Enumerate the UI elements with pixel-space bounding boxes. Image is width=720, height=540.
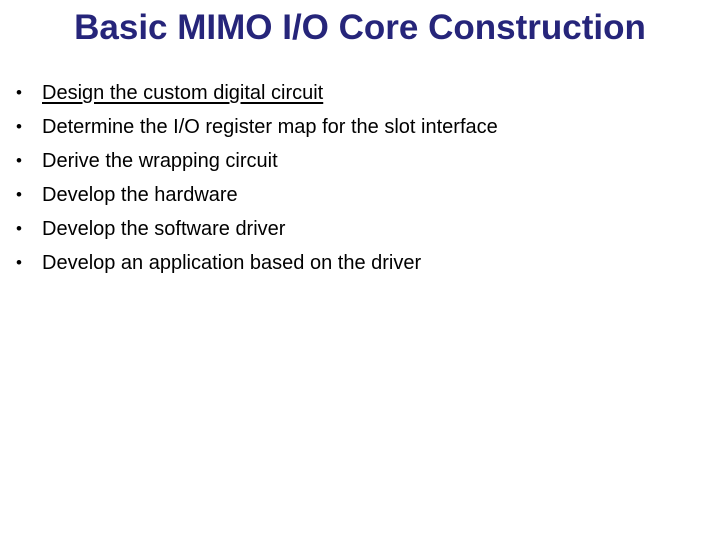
bullet-dot-icon: • <box>16 185 22 204</box>
list-item: • Design the custom digital circuit <box>0 76 700 110</box>
bullet-dot-icon: • <box>16 83 22 102</box>
list-item-label: Develop the software driver <box>42 218 286 240</box>
bullet-dot-icon: • <box>16 253 22 272</box>
list-item-label: Develop an application based on the driv… <box>42 252 422 274</box>
slide-canvas: Basic MIMO I/O Core Construction • Desig… <box>0 0 720 540</box>
list-item: • Determine the I/O register map for the… <box>0 110 700 144</box>
list-item-label: Determine the I/O register map for the s… <box>42 116 498 138</box>
bullet-dot-icon: • <box>16 219 22 238</box>
list-item: • Develop the hardware <box>0 178 700 212</box>
list-item-label: Derive the wrapping circuit <box>42 150 278 172</box>
bullet-list: • Design the custom digital circuit • De… <box>0 76 700 280</box>
bullet-dot-icon: • <box>16 151 22 170</box>
list-item: • Develop an application based on the dr… <box>0 246 700 280</box>
list-item-label: Develop the hardware <box>42 184 238 206</box>
bullet-dot-icon: • <box>16 117 22 136</box>
page-title: Basic MIMO I/O Core Construction <box>74 8 646 47</box>
list-item: • Develop the software driver <box>0 212 700 246</box>
list-item-label: Design the custom digital circuit <box>42 82 324 104</box>
list-item: • Derive the wrapping circuit <box>0 144 700 178</box>
